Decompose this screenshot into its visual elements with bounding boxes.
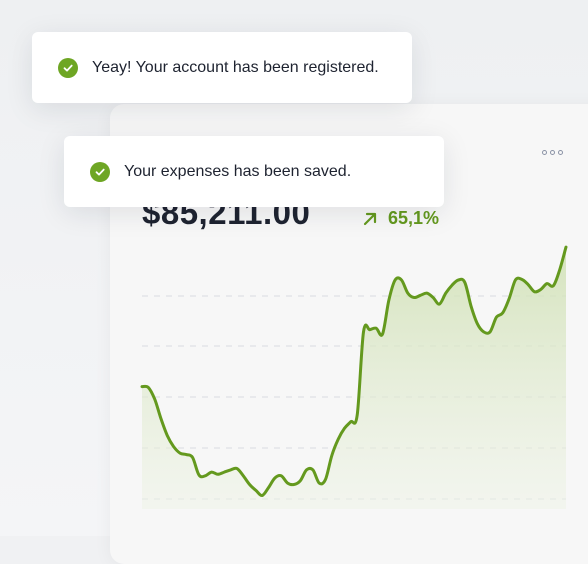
toast-expenses-saved[interactable]: Your expenses has been saved. [64,136,444,207]
dot [558,149,563,155]
more-options-icon[interactable] [542,147,564,157]
toast-message: Yeay! Your account has been registered. [92,58,379,76]
check-circle-icon [90,161,110,182]
toast-message: Your expenses has been saved. [124,162,352,180]
change-percent: 65,1% [388,208,440,228]
dot [542,149,547,155]
trend-indicator: 65,1% [362,208,439,229]
toast-account-registered[interactable]: Yeay! Your account has been registered. [32,32,412,103]
dot [550,149,555,155]
check-circle-icon [58,57,78,78]
arrow-up-right-icon [362,211,378,227]
